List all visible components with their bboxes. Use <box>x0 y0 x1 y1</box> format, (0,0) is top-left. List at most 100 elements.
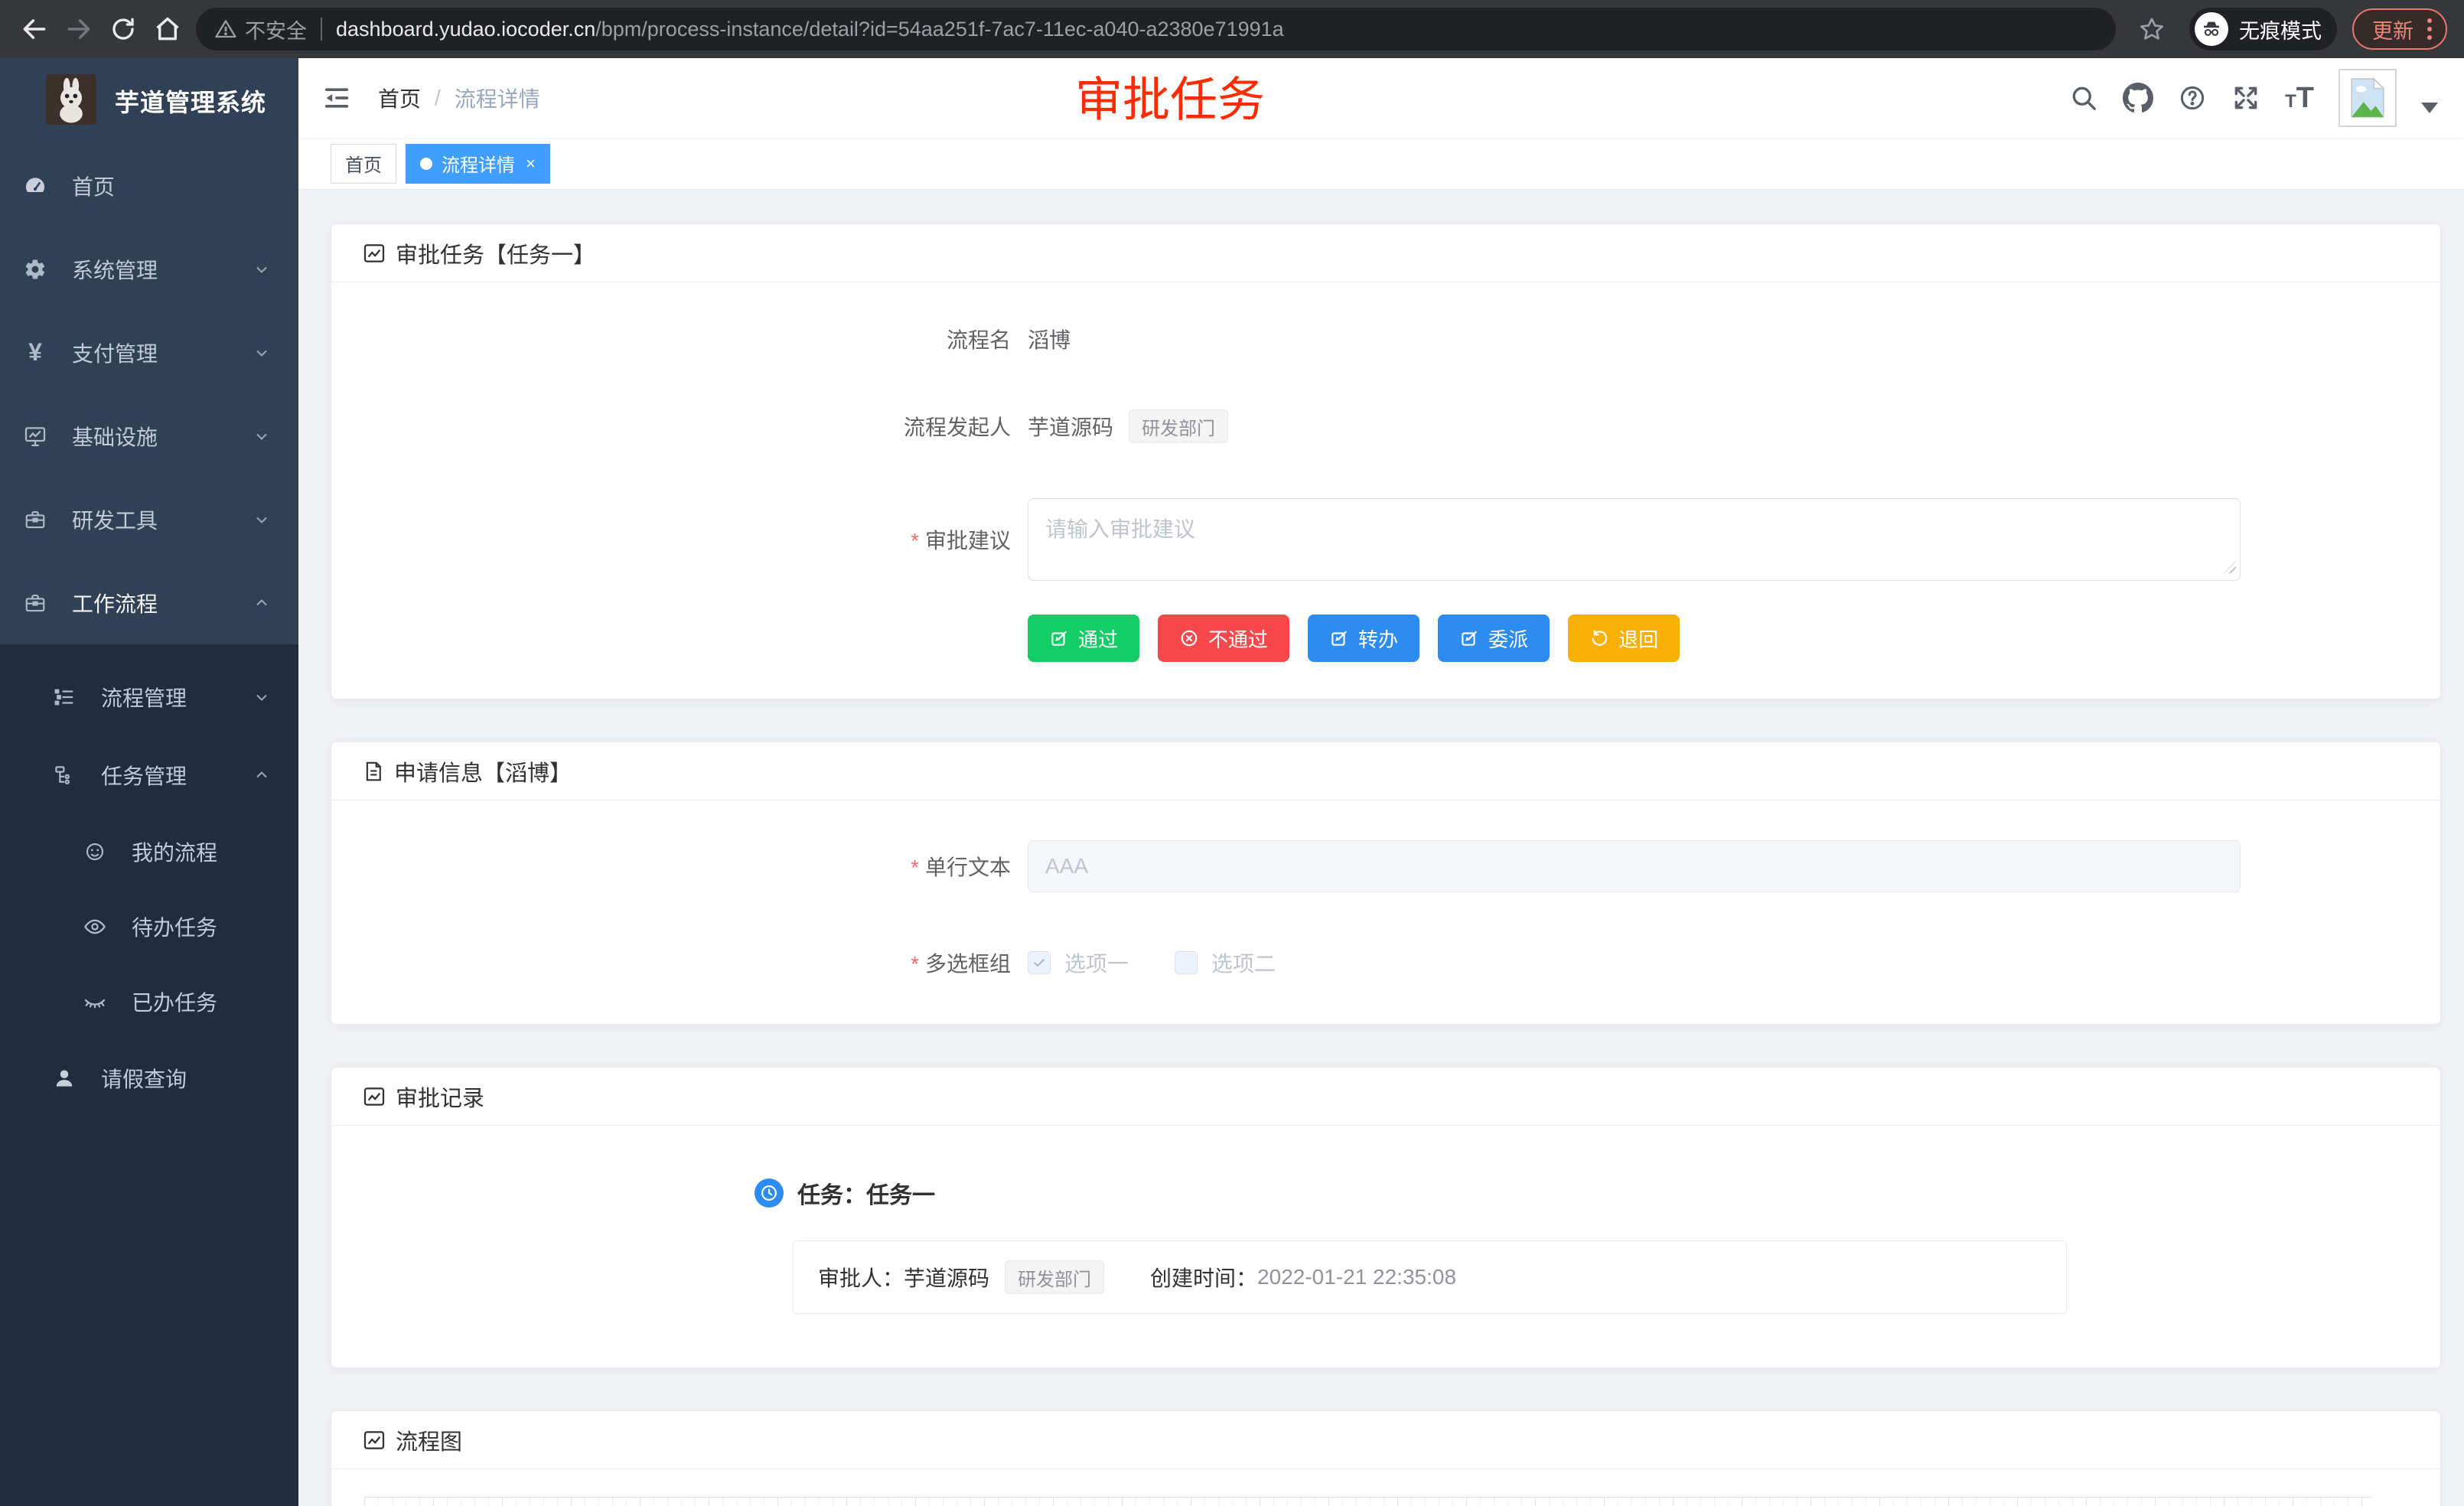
sidebar-item-leave-query[interactable]: 请假查询 <box>0 1039 298 1117</box>
dept-tag: 研发部门 <box>1005 1260 1104 1294</box>
chart-frame-icon <box>362 1428 386 1452</box>
briefcase-icon <box>23 591 47 615</box>
browser-menu-icon[interactable] <box>2427 18 2432 40</box>
sidebar-collapse-icon[interactable] <box>321 83 352 113</box>
list-icon <box>52 685 77 709</box>
single-text-input <box>1028 840 2241 892</box>
breadcrumb-current: 流程详情 <box>455 83 540 113</box>
apply-info-card: 申请信息【滔博】 单行文本 多选框组 <box>331 742 2441 1025</box>
red-annotation-text: 审批任务 <box>1075 60 1265 129</box>
process-name-label: 流程名 <box>331 324 1011 354</box>
update-label: 更新 <box>2372 15 2413 44</box>
browser-update-button[interactable]: 更新 <box>2352 8 2447 50</box>
transfer-button[interactable]: 转办 <box>1308 614 1419 662</box>
url-path: /bpm/process-instance/detail?id=54aa251f… <box>595 18 1283 41</box>
dashboard-icon <box>23 174 47 198</box>
app-header: 首页 / 流程详情 审批任务 TT <box>298 58 2464 138</box>
back-icon[interactable] <box>12 7 57 51</box>
sidebar: 芋道管理系统 首页 系统管理 ¥ 支付管理 基础设施 <box>0 58 298 1506</box>
initiator-value: 芋道源码 <box>1028 411 1113 442</box>
sidebar-item-home[interactable]: 首页 <box>0 144 298 227</box>
approve-button[interactable]: 通过 <box>1028 614 1139 662</box>
dept-tag: 研发部门 <box>1129 409 1228 443</box>
checkbox-option-2: 选项二 <box>1175 947 1276 978</box>
search-icon[interactable] <box>2069 83 2098 112</box>
not-secure-icon[interactable] <box>214 18 237 41</box>
return-button[interactable]: 退回 <box>1568 614 1680 662</box>
checkbox-group-label: 多选框组 <box>331 947 1011 978</box>
sidebar-item-payment[interactable]: ¥ 支付管理 <box>0 311 298 394</box>
created-time-value: 2022-01-21 22:35:08 <box>1257 1265 1456 1289</box>
breadcrumb: 首页 / 流程详情 <box>378 83 540 113</box>
sidebar-item-workflow[interactable]: 工作流程 <box>0 561 298 644</box>
bpmn-canvas[interactable] <box>364 1497 2371 1506</box>
checkbox-checked-icon <box>1028 951 1051 974</box>
card-title: 申请信息【滔博】 <box>394 755 572 787</box>
checkbox-option-1: 选项一 <box>1028 947 1129 978</box>
monitor-icon <box>23 424 47 448</box>
sidebar-item-my-process[interactable]: 我的流程 <box>0 814 298 889</box>
chevron-up-icon <box>253 766 271 784</box>
breadcrumb-home[interactable]: 首页 <box>378 83 421 113</box>
sidebar-item-task-mgmt[interactable]: 任务管理 <box>0 736 298 814</box>
browser-toolbar: 不安全 dashboard.yudao.iocoder.cn/bpm/proce… <box>0 0 2464 58</box>
sidebar-item-process-mgmt[interactable]: 流程管理 <box>0 658 298 736</box>
broken-image-icon <box>2350 77 2385 119</box>
initiator-label: 流程发起人 <box>331 411 1011 442</box>
help-icon[interactable] <box>2178 83 2207 112</box>
incognito-badge: 无痕模式 <box>2189 8 2337 51</box>
page-content: 审批任务【任务一】 流程名 滔博 流程发起人 芋道源码 研发部门 <box>298 190 2464 1506</box>
delegate-button[interactable]: 委派 <box>1438 614 1550 662</box>
yen-icon: ¥ <box>23 341 47 365</box>
forward-icon[interactable] <box>57 7 101 51</box>
url-bar[interactable]: 不安全 dashboard.yudao.iocoder.cn/bpm/proce… <box>196 8 2116 51</box>
sidebar-item-system[interactable]: 系统管理 <box>0 227 298 311</box>
fullscreen-icon[interactable] <box>2231 83 2260 112</box>
url-host: dashboard.yudao.iocoder.cn <box>336 18 595 41</box>
chevron-down-icon <box>253 344 271 362</box>
document-icon <box>362 760 385 783</box>
reject-button[interactable]: 不通过 <box>1158 614 1289 662</box>
reload-icon[interactable] <box>101 7 145 51</box>
record-detail-card: 审批人： 芋道源码 研发部门 创建时间： 2022-01-21 22:35:08 <box>793 1240 2067 1314</box>
logo-rabbit-image <box>46 74 96 129</box>
incognito-label: 无痕模式 <box>2239 15 2322 44</box>
approve-task-card: 审批任务【任务一】 流程名 滔博 流程发起人 芋道源码 研发部门 <box>331 223 2441 699</box>
tab-process-detail[interactable]: 流程详情 × <box>406 144 550 184</box>
bookmark-star-icon[interactable] <box>2130 7 2174 51</box>
process-name-value: 滔博 <box>1028 324 1071 354</box>
card-title: 流程图 <box>396 1424 462 1456</box>
font-size-icon[interactable]: TT <box>2285 82 2314 115</box>
chart-frame-icon <box>362 241 386 266</box>
sidebar-item-infrastructure[interactable]: 基础设施 <box>0 394 298 478</box>
chevron-down-icon <box>253 510 271 529</box>
github-icon[interactable] <box>2123 83 2153 113</box>
suggestion-textarea[interactable] <box>1028 498 2241 581</box>
chevron-down-icon <box>253 688 271 706</box>
approver-name: 芋道源码 <box>904 1262 989 1292</box>
home-icon[interactable] <box>145 7 190 51</box>
single-text-label: 单行文本 <box>331 851 1011 882</box>
sidebar-item-todo-tasks[interactable]: 待办任务 <box>0 889 298 964</box>
gear-icon <box>23 257 47 282</box>
checkbox-unchecked-icon <box>1175 951 1198 974</box>
approval-records-card: 审批记录 任务：任务一 审批人： 芋道源码 研发部门 创建时间： <box>331 1067 2441 1368</box>
tab-close-icon[interactable]: × <box>526 154 536 174</box>
chevron-down-icon <box>253 260 271 279</box>
user-icon <box>52 1066 77 1090</box>
task-title: 任务：任务一 <box>797 1176 935 1210</box>
eye-icon <box>83 914 107 939</box>
card-title: 审批记录 <box>396 1081 484 1113</box>
sidebar-item-done-tasks[interactable]: 已办任务 <box>0 964 298 1039</box>
tabs-bar: 首页 流程详情 × <box>298 138 2464 190</box>
sidebar-item-devtools[interactable]: 研发工具 <box>0 478 298 561</box>
app-logo[interactable]: 芋道管理系统 <box>0 58 298 144</box>
app-title: 芋道管理系统 <box>115 83 266 119</box>
avatar[interactable] <box>2339 69 2397 127</box>
chart-frame-icon <box>362 1084 386 1109</box>
incognito-icon <box>2195 12 2228 46</box>
approver-label: 审批人： <box>818 1262 904 1292</box>
timeline-clock-icon <box>755 1178 784 1208</box>
chevron-down-icon[interactable] <box>2421 103 2438 113</box>
tab-home[interactable]: 首页 <box>331 144 396 184</box>
